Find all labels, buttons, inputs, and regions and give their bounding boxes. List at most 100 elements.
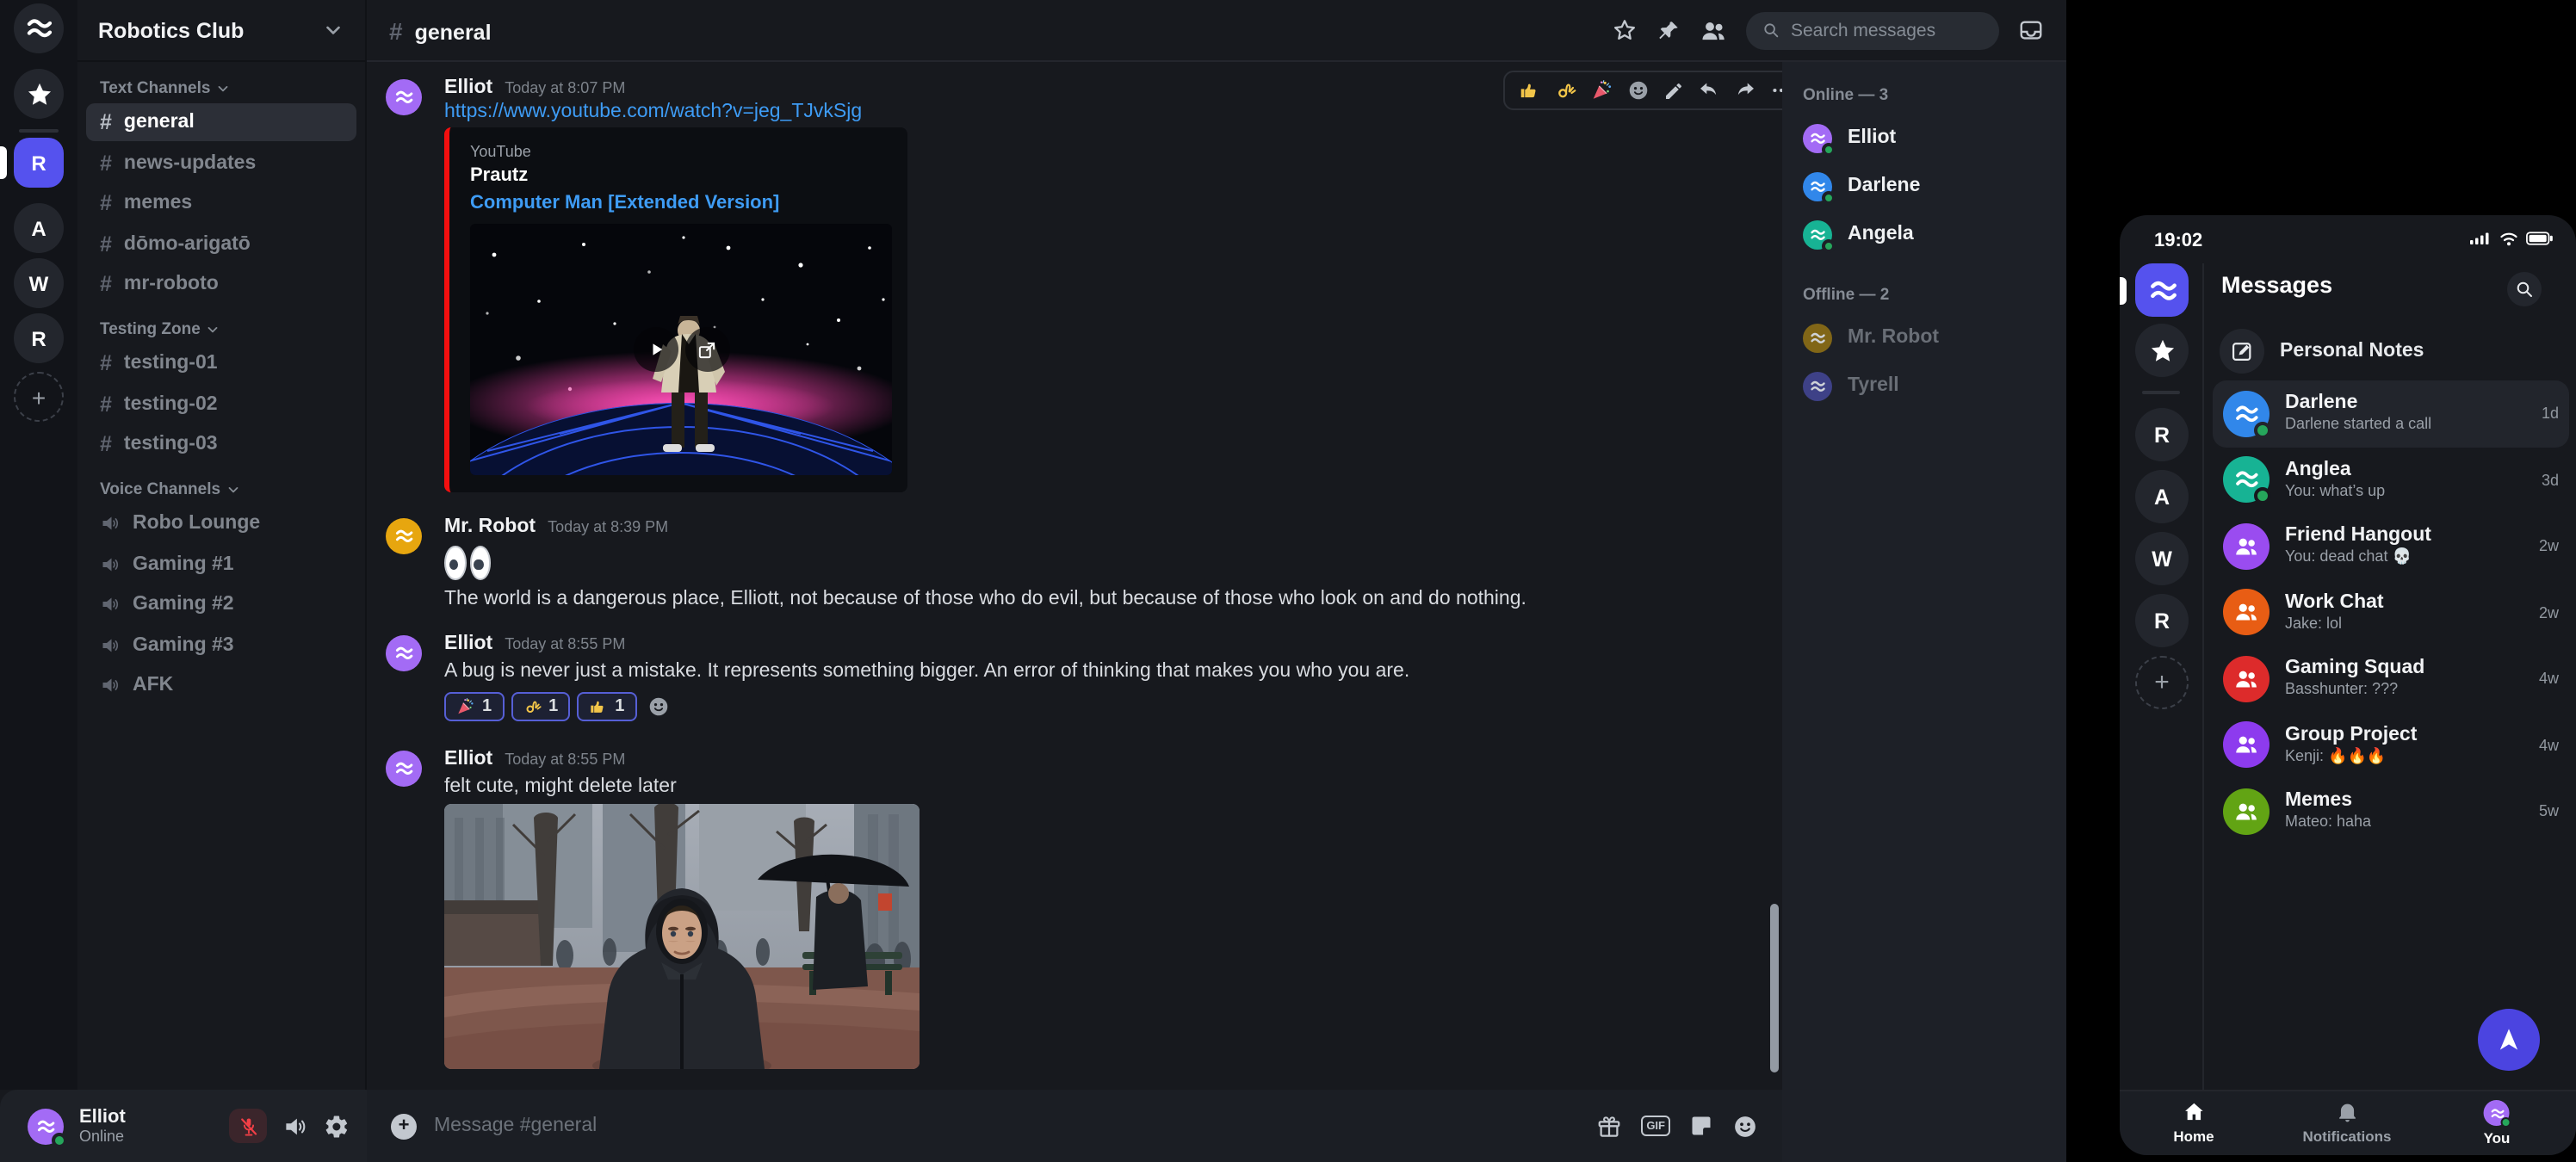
conversation-group-project[interactable]: Group ProjectKenji: 🔥🔥🔥 4w [2213, 712, 2569, 778]
server-icon-r[interactable]: R [2135, 408, 2189, 461]
server-header[interactable]: Robotics Club [77, 0, 365, 62]
deafen-speaker-icon[interactable] [282, 1113, 308, 1139]
user-bar[interactable]: Elliot Online [0, 1090, 367, 1162]
message-author[interactable]: Elliot [444, 634, 492, 654]
thumbs-up-react-button[interactable] [1519, 79, 1541, 102]
add-server-button[interactable]: + [2135, 656, 2189, 709]
voice-channel-gaming-3[interactable]: Gaming #3 [86, 626, 356, 664]
pinned-messages-icon[interactable] [1656, 18, 1681, 42]
reaction-ok-hand[interactable]: 1 [511, 691, 570, 720]
category-label: Testing Zone [100, 320, 201, 339]
avatar[interactable] [386, 751, 422, 787]
add-reaction-button[interactable] [647, 695, 669, 717]
video-thumbnail[interactable] [470, 224, 892, 475]
channel-testing-02[interactable]: #testing-02 [86, 385, 356, 423]
open-external-button[interactable] [684, 327, 729, 372]
add-server-button[interactable]: + [14, 372, 64, 422]
message-elliot-855pm-photo[interactable]: Elliot Today at 8:55 PM felt cute, might… [386, 749, 1755, 1068]
server-icon-robotics-club[interactable]: R [14, 138, 64, 188]
category-voice-channels[interactable]: Voice Channels [100, 480, 351, 499]
server-icon-a[interactable]: A [14, 203, 64, 253]
server-icon-r2[interactable]: R [2135, 594, 2189, 647]
message-elliot-807pm[interactable]: Elliot Today at 8:07 PM https://www.yout… [386, 77, 1755, 492]
attached-photo[interactable] [444, 803, 920, 1068]
category-text-channels[interactable]: Text Channels [100, 79, 351, 98]
chat-scrollbar[interactable] [1770, 904, 1779, 1072]
channel-domo-arigato[interactable]: #dōmo-arigatō [86, 225, 356, 263]
nav-home[interactable]: Home [2173, 1100, 2214, 1145]
party-react-button[interactable] [1591, 79, 1613, 102]
message-elliot-855pm[interactable]: Elliot Today at 8:55 PM A bug is never j… [386, 634, 1755, 720]
member-angela[interactable]: Angela [1782, 210, 2066, 258]
embed-author[interactable]: Prautz [470, 165, 887, 186]
channel-news-updates[interactable]: #news-updates [86, 144, 356, 182]
gift-icon[interactable] [1596, 1113, 1622, 1139]
members-icon[interactable] [1700, 16, 1727, 44]
conversation-work-chat[interactable]: Work ChatJake: lol 2w [2213, 579, 2569, 646]
search-button[interactable] [2507, 272, 2542, 306]
mic-muted-button[interactable] [229, 1109, 267, 1143]
message-author[interactable]: Mr. Robot [444, 516, 536, 537]
voice-channel-gaming-1[interactable]: Gaming #1 [86, 545, 356, 583]
message-list[interactable]: Elliot Today at 8:07 PM https://www.yout… [367, 62, 1782, 1090]
member-darlene[interactable]: Darlene [1782, 162, 2066, 210]
conversation-preview: Kenji: 🔥🔥🔥 [2285, 746, 2417, 766]
member-tyrell[interactable]: Tyrell [1782, 362, 2066, 410]
home-button[interactable] [14, 3, 64, 53]
ok-hand-react-button[interactable] [1555, 79, 1577, 102]
reply-button[interactable] [1698, 79, 1720, 102]
user-avatar[interactable] [28, 1108, 64, 1144]
nav-you[interactable]: You [2484, 1100, 2511, 1147]
sticker-icon[interactable] [1689, 1114, 1713, 1138]
message-author[interactable]: Elliot [444, 77, 492, 98]
channel-mr-roboto[interactable]: #mr-roboto [86, 265, 356, 303]
gif-picker-icon[interactable]: GIF [1641, 1116, 1670, 1136]
voice-channel-gaming-2[interactable]: Gaming #2 [86, 585, 356, 623]
category-testing-zone[interactable]: Testing Zone [100, 320, 351, 339]
forward-button[interactable] [1734, 79, 1756, 102]
member-mr-robot[interactable]: Mr. Robot [1782, 313, 2066, 362]
embed-title[interactable]: Computer Man [Extended Version] [470, 193, 887, 213]
avatar[interactable] [386, 635, 422, 671]
server-icon-w[interactable]: W [14, 258, 64, 308]
play-button[interactable] [633, 327, 678, 372]
avatar[interactable] [386, 518, 422, 554]
emoji-picker-icon[interactable] [1732, 1113, 1758, 1139]
channel-general[interactable]: #general [86, 103, 356, 141]
conversation-memes[interactable]: MemesMateo: haha 5w [2213, 778, 2569, 844]
server-icon-a[interactable]: A [2135, 470, 2189, 523]
channel-memes[interactable]: #memes [86, 184, 356, 222]
search-input[interactable]: Search messages [1746, 11, 1999, 49]
conversation-anglea[interactable]: AngleaYou: what’s up 3d [2213, 447, 2569, 513]
channel-testing-03[interactable]: #testing-03 [86, 425, 356, 463]
reaction-party[interactable]: 1 [444, 691, 504, 720]
message-composer[interactable]: + Message #general GIF [367, 1090, 1782, 1162]
more-options-button[interactable] [1770, 79, 1782, 102]
home-button[interactable] [2135, 263, 2189, 317]
conversation-friend-hangout[interactable]: Friend HangoutYou: dead chat 💀 2w [2213, 513, 2569, 579]
voice-channel-robo-lounge[interactable]: Robo Lounge [86, 504, 356, 542]
favorites-button[interactable] [14, 69, 64, 119]
channel-label: mr-roboto [124, 274, 219, 294]
member-elliot[interactable]: Elliot [1782, 114, 2066, 162]
edit-button[interactable] [1663, 80, 1684, 101]
reaction-thumbs-up[interactable]: 1 [577, 691, 636, 720]
channel-testing-01[interactable]: #testing-01 [86, 344, 356, 382]
attach-button[interactable]: + [391, 1113, 417, 1139]
personal-notes-item[interactable]: Personal Notes [2220, 329, 2424, 374]
voice-channel-afk[interactable]: AFK [86, 666, 356, 704]
conversation-darlene[interactable]: DarleneDarlene started a call 1d [2213, 380, 2569, 447]
nav-notifications[interactable]: Notifications [2303, 1100, 2392, 1145]
conversation-gaming-squad[interactable]: Gaming SquadBasshunter: ??? 4w [2213, 646, 2569, 712]
message-mr-robot-839pm[interactable]: Mr. Robot Today at 8:39 PM The world is … [386, 516, 1755, 611]
server-icon-w[interactable]: W [2135, 532, 2189, 585]
add-reaction-button[interactable] [1627, 79, 1650, 102]
settings-gear-icon[interactable] [324, 1113, 350, 1139]
message-author[interactable]: Elliot [444, 749, 492, 770]
server-icon-r2[interactable]: R [14, 313, 64, 363]
avatar[interactable] [386, 79, 422, 115]
favorite-channel-icon[interactable] [1612, 17, 1638, 43]
inbox-panel-icon[interactable] [2018, 17, 2044, 43]
favorites-button[interactable] [2135, 324, 2189, 377]
new-message-fab[interactable] [2478, 1009, 2540, 1071]
